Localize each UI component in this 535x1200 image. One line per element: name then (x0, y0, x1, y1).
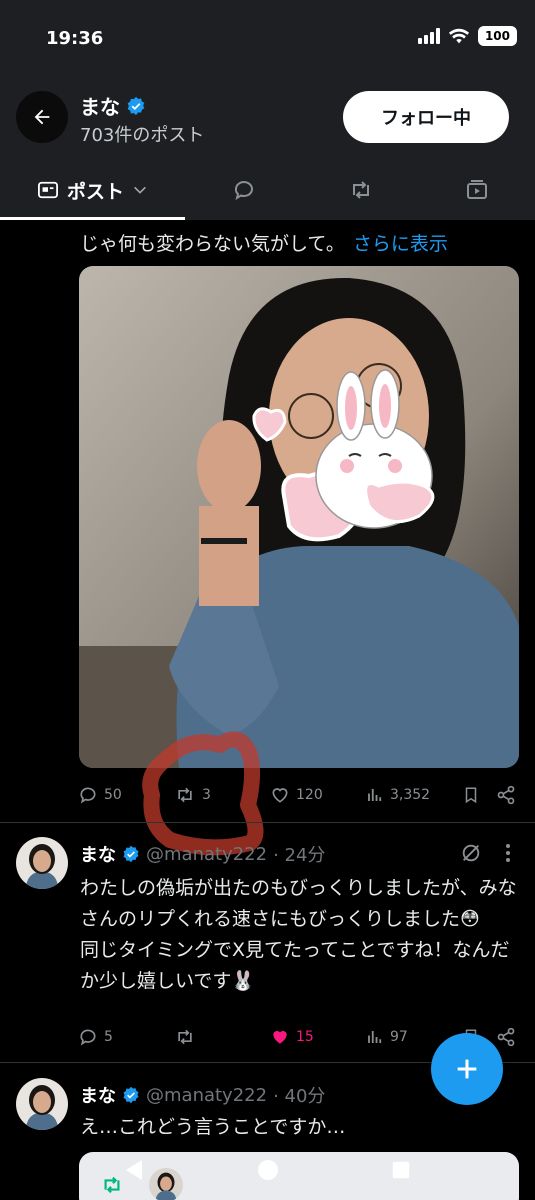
heart-icon (272, 788, 288, 803)
tab-bar: ポスト (0, 160, 535, 220)
like-action[interactable]: 120 (270, 785, 366, 805)
repost-icon (353, 181, 369, 199)
avatar-image (16, 1078, 68, 1130)
reply-action[interactable]: 50 (78, 785, 174, 805)
show-more-link[interactable]: さらに表示 (353, 233, 448, 255)
status-time: 19:36 (46, 28, 104, 49)
views-icon (368, 1031, 382, 1043)
reply-icon (80, 787, 96, 804)
views-icon (368, 789, 382, 801)
signal-icon (417, 28, 440, 44)
like-action[interactable]: 15 (270, 1027, 366, 1047)
bookmark-action[interactable] (462, 785, 496, 805)
tweet-actions: 50 3 120 3,352 (78, 780, 520, 810)
view-count: 97 (390, 1029, 408, 1045)
tab-posts-label: ポスト (66, 180, 124, 203)
following-button[interactable]: フォロー中 (343, 91, 509, 143)
avatar[interactable] (16, 837, 68, 889)
verified-badge-icon (123, 1086, 139, 1104)
photo-image (79, 266, 519, 768)
avatar (149, 1168, 183, 1200)
status-bar: 19:36 100 (0, 0, 535, 75)
nav-back-icon[interactable] (122, 1158, 146, 1182)
reply-count: 5 (104, 1029, 113, 1045)
like-count: 120 (296, 787, 323, 803)
reply-time: · 40分 (273, 1086, 326, 1107)
share-icon (497, 1027, 515, 1047)
reply-text: え…これどう言うことですか… (80, 1116, 346, 1138)
status-icons: 100 (417, 26, 517, 46)
divider (0, 822, 535, 823)
back-button[interactable] (16, 91, 68, 143)
tab-replies[interactable] (185, 160, 303, 220)
tab-active-indicator (0, 217, 185, 220)
wifi-icon (448, 28, 470, 44)
battery-icon: 100 (477, 26, 517, 46)
verified-badge-icon (123, 845, 139, 863)
more-options-icon[interactable] (498, 842, 518, 864)
view-count: 3,352 (390, 787, 431, 803)
reply-handle[interactable]: @manaty222 (146, 844, 267, 865)
plus-icon (457, 1059, 477, 1079)
heart-filled-icon (273, 1031, 287, 1044)
views-action[interactable]: 3,352 (366, 786, 462, 804)
tweet-photo[interactable] (79, 266, 519, 768)
reply-header: まな @manaty222 · 24分 (80, 841, 325, 867)
repost-icon (178, 787, 192, 803)
like-count: 15 (296, 1029, 314, 1045)
profile-name: まな (80, 95, 120, 119)
reply-header: まな @manaty222 · 40分 (80, 1082, 325, 1108)
reply-author-name[interactable]: まな (80, 1082, 116, 1108)
nav-recents-icon[interactable] (390, 1159, 412, 1181)
reply-handle[interactable]: @manaty222 (146, 1085, 267, 1106)
verified-badge-icon (127, 96, 145, 115)
share-action[interactable] (496, 785, 520, 805)
compose-button[interactable] (431, 1033, 503, 1105)
chevron-down-icon (134, 186, 146, 194)
reply-count: 50 (104, 787, 122, 803)
share-icon (497, 785, 515, 805)
repost-action[interactable] (174, 1027, 270, 1047)
reply-icon (80, 1029, 96, 1046)
tab-media[interactable] (419, 160, 535, 220)
grok-icon[interactable] (460, 842, 482, 864)
repost-action[interactable]: 3 (174, 785, 270, 805)
repost-count: 3 (202, 787, 211, 803)
posts-icon (37, 181, 58, 199)
share-action[interactable] (496, 1027, 520, 1047)
tweet-text: じゃ何も変わらない気がして。 さらに表示 (80, 229, 448, 256)
reply-author-name[interactable]: まな (80, 841, 116, 867)
profile-name-row: まな (80, 91, 146, 120)
tab-reposts[interactable] (303, 160, 419, 220)
avatar-image (16, 837, 68, 889)
reply-action[interactable]: 5 (78, 1027, 174, 1047)
media-icon (467, 180, 487, 199)
tweet-text-visible: じゃ何も変わらない気がして。 (80, 233, 345, 255)
system-nav-bar (0, 1140, 535, 1200)
tab-posts[interactable]: ポスト (0, 160, 185, 220)
bookmark-icon (465, 787, 477, 804)
post-count: 703件のポスト (80, 125, 205, 146)
nav-home-icon[interactable] (256, 1158, 280, 1182)
reply-text: わたしの偽垢が出たのもびっくりしましたが、みなさんのリプくれる速さにもびっくりし… (80, 877, 517, 992)
avatar[interactable] (16, 1078, 68, 1130)
reply-time: · 24分 (273, 845, 326, 866)
reply-icon (234, 181, 253, 201)
repost-icon (178, 1029, 192, 1045)
arrow-left-icon (34, 109, 50, 125)
profile-header: まな 703件のポスト フォロー中 (0, 75, 535, 160)
